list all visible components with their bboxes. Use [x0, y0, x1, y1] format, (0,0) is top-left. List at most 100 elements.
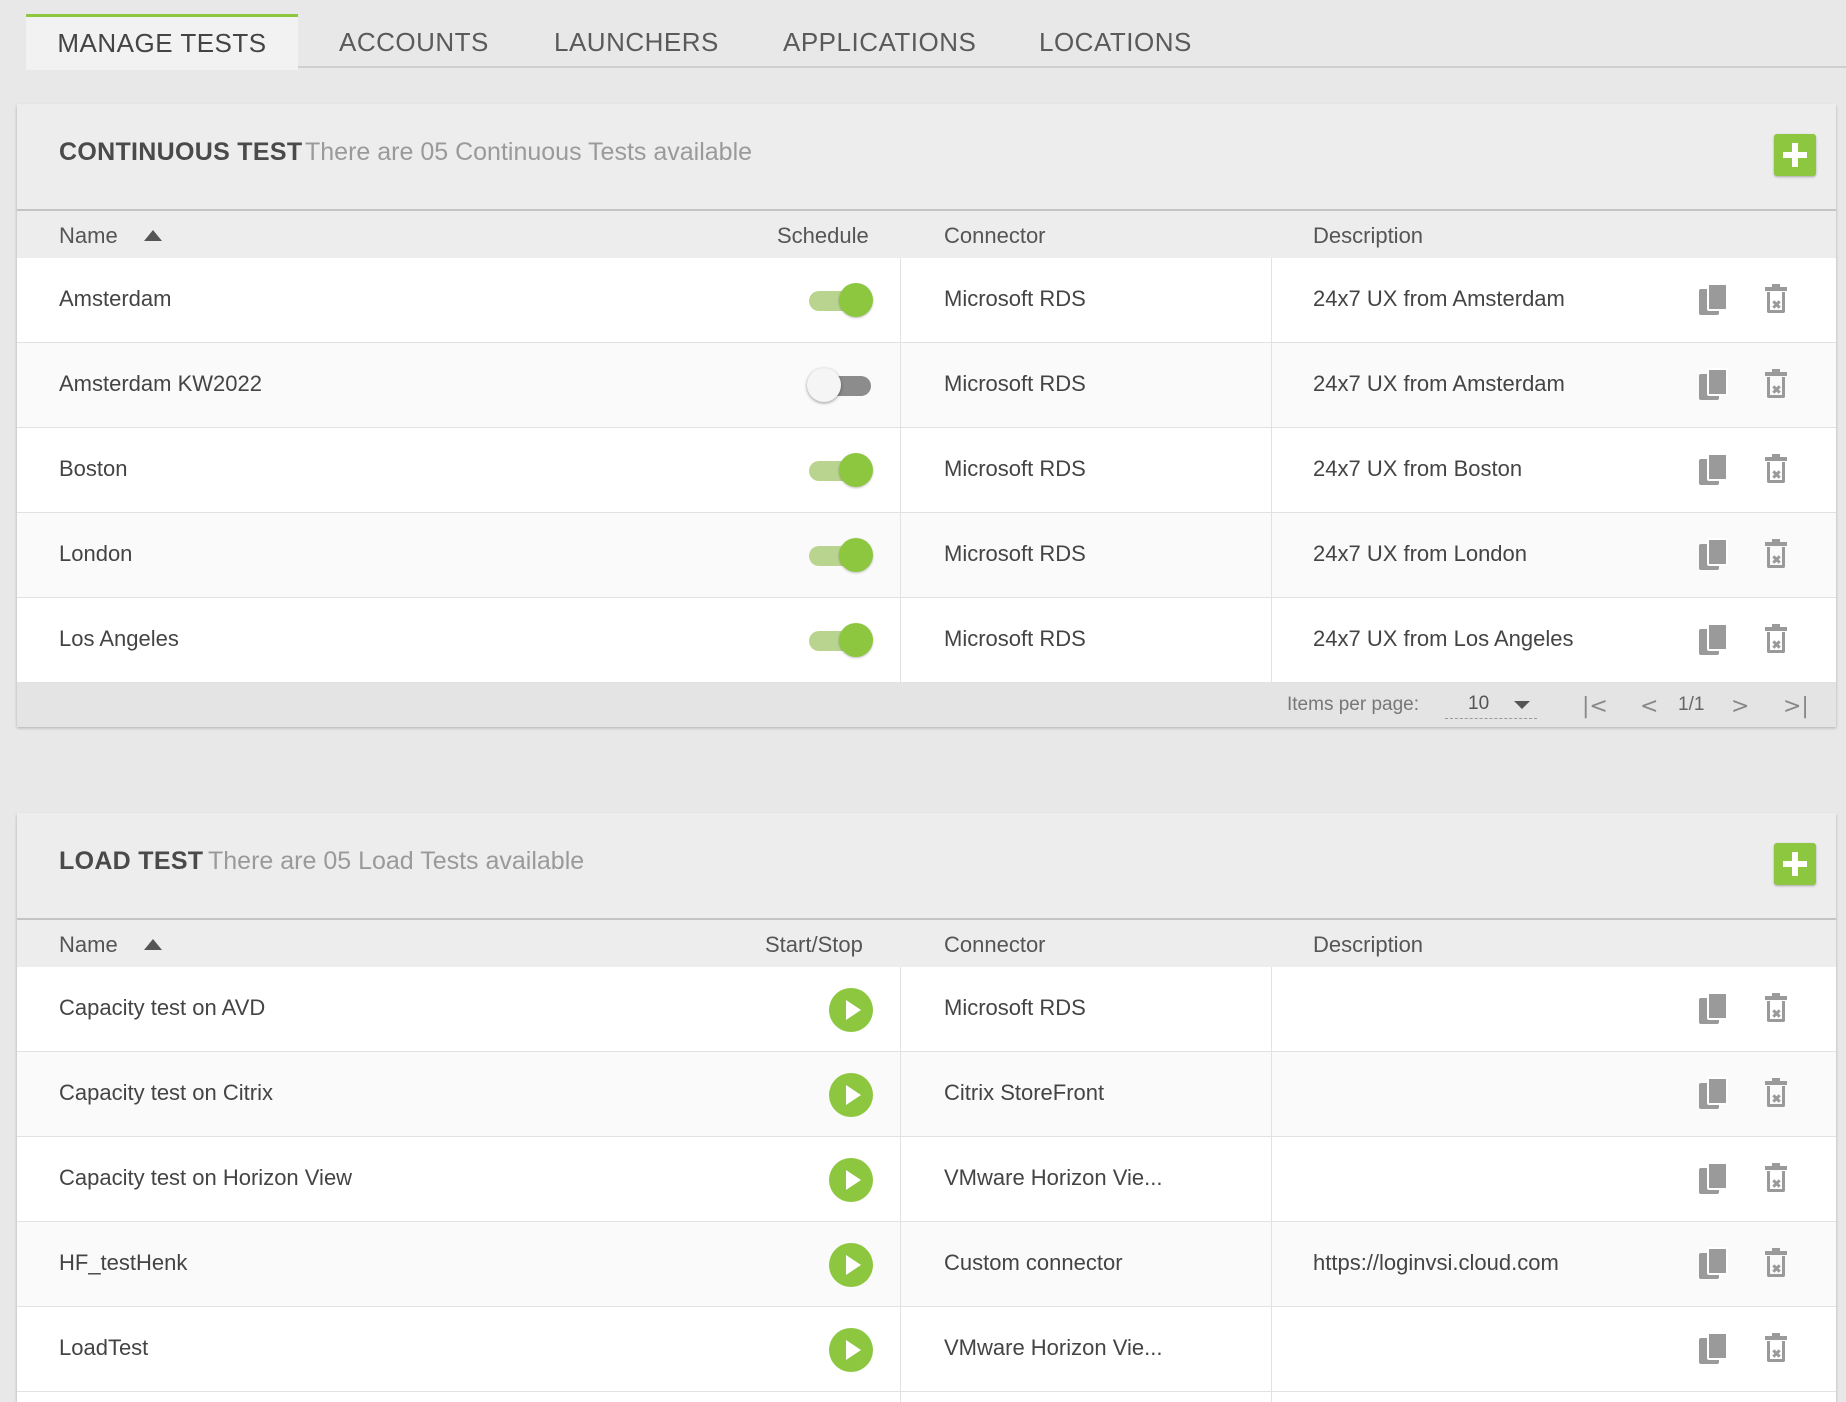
panel-title: CONTINUOUS TEST: [59, 138, 302, 167]
panel-header: LOAD TEST There are 05 Load Tests availa…: [17, 813, 1836, 920]
connector-name: Microsoft RDS: [944, 995, 1086, 1021]
play-icon[interactable]: [829, 1073, 873, 1117]
items-per-page-select[interactable]: 10: [1445, 689, 1537, 719]
table-row[interactable]: BostonMicrosoft RDS24x7 UX from Boston: [17, 428, 1836, 513]
delete-icon[interactable]: [1765, 539, 1787, 569]
test-name: Capacity test on Citrix: [59, 1080, 273, 1106]
tab-accounts[interactable]: ACCOUNTS: [339, 14, 489, 68]
column-start-stop: Start/Stop: [765, 932, 863, 958]
table-row[interactable]: Capacity test on Citrix Citrix StoreFront: [17, 1052, 1836, 1137]
panel-header: CONTINUOUS TEST There are 05 Continuous …: [17, 104, 1836, 211]
connector-name: VMware Horizon Vie...: [944, 1335, 1162, 1361]
delete-icon[interactable]: [1765, 1163, 1787, 1193]
previous-page-button[interactable]: <: [1640, 694, 1658, 719]
continuous-test-panel: CONTINUOUS TEST There are 05 Continuous …: [17, 104, 1836, 726]
delete-icon[interactable]: [1765, 1078, 1787, 1108]
test-description: https://loginvsi.cloud.com: [1313, 1250, 1559, 1276]
delete-icon[interactable]: [1765, 1333, 1787, 1363]
table-row[interactable]: Los AngelesMicrosoft RDS24x7 UX from Los…: [17, 598, 1836, 683]
table-row[interactable]: Capacity test on AVD Microsoft RDS: [17, 967, 1836, 1052]
schedule-toggle[interactable]: [807, 537, 873, 573]
connector-name: Microsoft RDS: [944, 541, 1086, 567]
delete-icon[interactable]: [1765, 284, 1787, 314]
copy-icon[interactable]: [1699, 992, 1729, 1026]
connector-name: Microsoft RDS: [944, 456, 1086, 482]
connector-name: Custom connector: [944, 1250, 1123, 1276]
last-page-button[interactable]: >|: [1783, 694, 1809, 719]
test-description: 24x7 UX from London: [1313, 541, 1527, 567]
table-row[interactable]: LoadTestVMware Horizon Vie...: [17, 1307, 1836, 1392]
column-connector: Connector: [944, 932, 1046, 958]
first-page-button[interactable]: |<: [1582, 694, 1608, 719]
table-header: Name Start/Stop Connector Description: [17, 920, 1836, 967]
copy-icon[interactable]: [1699, 368, 1729, 402]
add-load-test-button[interactable]: [1774, 843, 1816, 885]
play-icon[interactable]: [829, 1243, 873, 1287]
test-name: London: [59, 541, 132, 567]
table-row[interactable]: Amsterdam KW2022 Microsoft RDS 24x7 UX fro…: [17, 343, 1836, 428]
table-row[interactable]: AmsterdamMicrosoft RDS24x7 UX from Amste…: [17, 258, 1836, 343]
connector-name: Citrix StoreFront: [944, 1080, 1104, 1106]
test-name: Capacity test on AVD: [59, 995, 265, 1021]
column-divider: [1271, 258, 1272, 685]
test-name: Capacity test on Horizon View: [59, 1165, 352, 1191]
test-name: Los Angeles: [59, 626, 179, 652]
panel-title: LOAD TEST: [59, 847, 203, 876]
column-description: Description: [1313, 932, 1423, 958]
items-per-page-label: Items per page:: [1287, 694, 1419, 716]
schedule-toggle[interactable]: [807, 282, 873, 318]
test-description: 24x7 UX from Amsterdam: [1313, 371, 1565, 397]
table-row[interactable]: HF_testHenk Custom connector https://login…: [17, 1222, 1836, 1307]
play-icon[interactable]: [829, 1328, 873, 1372]
copy-icon[interactable]: [1699, 453, 1729, 487]
copy-icon[interactable]: [1699, 1077, 1729, 1111]
column-name[interactable]: Name: [59, 932, 118, 958]
sort-ascending-icon[interactable]: [144, 939, 162, 950]
items-per-page-value: 10: [1468, 693, 1489, 715]
copy-icon[interactable]: [1699, 538, 1729, 572]
connector-name: Microsoft RDS: [944, 371, 1086, 397]
load-test-panel: LOAD TEST There are 05 Load Tests availa…: [17, 813, 1836, 1402]
delete-icon[interactable]: [1765, 1248, 1787, 1278]
connector-name: Microsoft RDS: [944, 286, 1086, 312]
delete-icon[interactable]: [1765, 993, 1787, 1023]
column-schedule: Schedule: [777, 223, 869, 249]
column-divider: [900, 967, 901, 1402]
copy-icon[interactable]: [1699, 283, 1729, 317]
sort-ascending-icon[interactable]: [144, 230, 162, 241]
copy-icon[interactable]: [1699, 1247, 1729, 1281]
table-row[interactable]: Capacity test on Horizon View VMware Hori…: [17, 1137, 1836, 1222]
test-description: 24x7 UX from Boston: [1313, 456, 1522, 482]
copy-icon[interactable]: [1699, 623, 1729, 657]
column-description: Description: [1313, 223, 1423, 249]
delete-icon[interactable]: [1765, 454, 1787, 484]
next-page-button[interactable]: >: [1731, 694, 1749, 719]
tab-launchers[interactable]: LAUNCHERS: [554, 14, 719, 68]
panel-subtitle: There are 05 Load Tests available: [208, 847, 584, 876]
tab-manage-tests[interactable]: MANAGE TESTS: [26, 14, 298, 70]
add-continuous-test-button[interactable]: [1774, 134, 1816, 176]
schedule-toggle[interactable]: [807, 622, 873, 658]
column-connector: Connector: [944, 223, 1046, 249]
test-description: 24x7 UX from Los Angeles: [1313, 626, 1573, 652]
test-name: Amsterdam KW2022: [59, 371, 262, 397]
table-header: Name Schedule Connector Description: [17, 211, 1836, 258]
play-icon[interactable]: [829, 988, 873, 1032]
delete-icon[interactable]: [1765, 624, 1787, 654]
test-name: HF_testHenk: [59, 1250, 187, 1276]
column-divider: [900, 258, 901, 685]
test-name: Amsterdam: [59, 286, 171, 312]
panel-subtitle: There are 05 Continuous Tests available: [305, 138, 752, 167]
column-name[interactable]: Name: [59, 223, 118, 249]
table-row[interactable]: London Microsoft RDS 24x7 UX from London: [17, 513, 1836, 598]
copy-icon[interactable]: [1699, 1332, 1729, 1366]
schedule-toggle[interactable]: [807, 452, 873, 488]
connector-name: VMware Horizon Vie...: [944, 1165, 1162, 1191]
copy-icon[interactable]: [1699, 1162, 1729, 1196]
schedule-toggle[interactable]: [807, 367, 873, 403]
chevron-down-icon: [1514, 701, 1530, 709]
delete-icon[interactable]: [1765, 369, 1787, 399]
tab-locations[interactable]: LOCATIONS: [1039, 14, 1192, 68]
tab-applications[interactable]: APPLICATIONS: [783, 14, 976, 68]
play-icon[interactable]: [829, 1158, 873, 1202]
